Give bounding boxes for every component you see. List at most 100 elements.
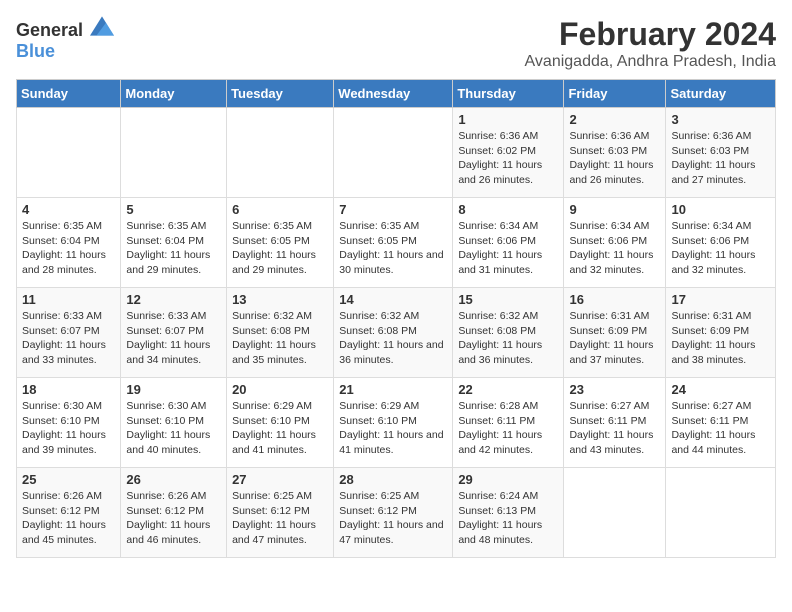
- week-row-4: 25Sunrise: 6:26 AM Sunset: 6:12 PM Dayli…: [17, 468, 776, 558]
- cell-info: Sunrise: 6:27 AM Sunset: 6:11 PM Dayligh…: [671, 399, 770, 458]
- header-row: SundayMondayTuesdayWednesdayThursdayFrid…: [17, 80, 776, 108]
- calendar-header: SundayMondayTuesdayWednesdayThursdayFrid…: [17, 80, 776, 108]
- cell-info: Sunrise: 6:25 AM Sunset: 6:12 PM Dayligh…: [339, 489, 447, 548]
- day-number: 26: [126, 472, 221, 487]
- cell-info: Sunrise: 6:25 AM Sunset: 6:12 PM Dayligh…: [232, 489, 328, 548]
- day-number: 7: [339, 202, 447, 217]
- calendar-cell: 6Sunrise: 6:35 AM Sunset: 6:05 PM Daylig…: [227, 198, 334, 288]
- week-row-1: 4 Sunrise: 6:35 AM Sunset: 6:04 PM Daylig…: [17, 198, 776, 288]
- cell-info: Sunrise: 6:35 AM Sunset: 6:05 PM Dayligh…: [339, 219, 447, 278]
- logo-general: General: [16, 20, 83, 40]
- calendar-cell: 15 Sunrise: 6:32 AM Sunset: 6:08 PM Dayli…: [453, 288, 564, 378]
- day-number: 24: [671, 382, 770, 397]
- cell-info: Sunrise: 6:35 AM Sunset: 6:04 PM Dayligh…: [22, 219, 115, 278]
- title-area: February 2024 Avanigadda, Andhra Pradesh…: [525, 16, 776, 71]
- day-number: 12: [126, 292, 221, 307]
- day-number: 14: [339, 292, 447, 307]
- day-number: 4: [22, 202, 115, 217]
- cell-info: Sunrise: 6:36 AM Sunset: 6:03 PM Dayligh…: [569, 129, 660, 188]
- cell-info: Sunrise: 6:32 AM Sunset: 6:08 PM Dayligh…: [339, 309, 447, 368]
- calendar-cell: [666, 468, 776, 558]
- calendar-table: SundayMondayTuesdayWednesdayThursdayFrid…: [16, 79, 776, 558]
- cell-info: Sunrise: 6:30 AM Sunset: 6:10 PM Dayligh…: [126, 399, 221, 458]
- calendar-cell: 16 Sunrise: 6:31 AM Sunset: 6:09 PM Dayli…: [564, 288, 666, 378]
- calendar-cell: 17Sunrise: 6:31 AM Sunset: 6:09 PM Dayli…: [666, 288, 776, 378]
- header-day-wednesday: Wednesday: [334, 80, 453, 108]
- logo-icon: [90, 16, 114, 36]
- cell-info: Sunrise: 6:27 AM Sunset: 6:11 PM Dayligh…: [569, 399, 660, 458]
- cell-info: Sunrise: 6:33 AM Sunset: 6:07 PM Dayligh…: [126, 309, 221, 368]
- calendar-cell: 25Sunrise: 6:26 AM Sunset: 6:12 PM Dayli…: [17, 468, 121, 558]
- day-number: 20: [232, 382, 328, 397]
- cell-info: Sunrise: 6:32 AM Sunset: 6:08 PM Dayligh…: [232, 309, 328, 368]
- day-number: 19: [126, 382, 221, 397]
- week-row-2: 11 Sunrise: 6:33 AM Sunset: 6:07 PM Dayli…: [17, 288, 776, 378]
- cell-info: Sunrise: 6:34 AM Sunset: 6:06 PM Dayligh…: [671, 219, 770, 278]
- calendar-cell: 29 Sunrise: 6:24 AM Sunset: 6:13 PM Dayli…: [453, 468, 564, 558]
- header-day-friday: Friday: [564, 80, 666, 108]
- cell-info: Sunrise: 6:36 AM Sunset: 6:03 PM Dayligh…: [671, 129, 770, 188]
- header-day-thursday: Thursday: [453, 80, 564, 108]
- cell-info: Sunrise: 6:35 AM Sunset: 6:04 PM Dayligh…: [126, 219, 221, 278]
- cell-info: Sunrise: 6:28 AM Sunset: 6:11 PM Dayligh…: [458, 399, 558, 458]
- header-day-saturday: Saturday: [666, 80, 776, 108]
- cell-info: Sunrise: 6:34 AM Sunset: 6:06 PM Dayligh…: [569, 219, 660, 278]
- page-header: General Blue February 2024 Avanigadda, A…: [16, 16, 776, 71]
- subtitle: Avanigadda, Andhra Pradesh, India: [525, 53, 776, 71]
- calendar-cell: 9 Sunrise: 6:34 AM Sunset: 6:06 PM Daylig…: [564, 198, 666, 288]
- cell-info: Sunrise: 6:26 AM Sunset: 6:12 PM Dayligh…: [22, 489, 115, 548]
- day-number: 6: [232, 202, 328, 217]
- week-row-3: 18Sunrise: 6:30 AM Sunset: 6:10 PM Dayli…: [17, 378, 776, 468]
- header-day-tuesday: Tuesday: [227, 80, 334, 108]
- calendar-cell: 24 Sunrise: 6:27 AM Sunset: 6:11 PM Dayli…: [666, 378, 776, 468]
- day-number: 13: [232, 292, 328, 307]
- day-number: 16: [569, 292, 660, 307]
- cell-info: Sunrise: 6:32 AM Sunset: 6:08 PM Dayligh…: [458, 309, 558, 368]
- calendar-cell: 5Sunrise: 6:35 AM Sunset: 6:04 PM Daylig…: [121, 198, 227, 288]
- calendar-cell: [334, 108, 453, 198]
- day-number: 15: [458, 292, 558, 307]
- calendar-cell: 20 Sunrise: 6:29 AM Sunset: 6:10 PM Dayli…: [227, 378, 334, 468]
- cell-info: Sunrise: 6:36 AM Sunset: 6:02 PM Dayligh…: [458, 129, 558, 188]
- calendar-cell: [564, 468, 666, 558]
- calendar-cell: 27 Sunrise: 6:25 AM Sunset: 6:12 PM Dayli…: [227, 468, 334, 558]
- calendar-cell: 8Sunrise: 6:34 AM Sunset: 6:06 PM Daylig…: [453, 198, 564, 288]
- calendar-cell: [227, 108, 334, 198]
- cell-info: Sunrise: 6:29 AM Sunset: 6:10 PM Dayligh…: [339, 399, 447, 458]
- calendar-cell: [121, 108, 227, 198]
- calendar-cell: 3 Sunrise: 6:36 AM Sunset: 6:03 PM Daylig…: [666, 108, 776, 198]
- calendar-cell: 26 Sunrise: 6:26 AM Sunset: 6:12 PM Dayli…: [121, 468, 227, 558]
- day-number: 9: [569, 202, 660, 217]
- cell-info: Sunrise: 6:34 AM Sunset: 6:06 PM Dayligh…: [458, 219, 558, 278]
- day-number: 23: [569, 382, 660, 397]
- calendar-body: 1 Sunrise: 6:36 AM Sunset: 6:02 PM Daylig…: [17, 108, 776, 558]
- cell-info: Sunrise: 6:31 AM Sunset: 6:09 PM Dayligh…: [569, 309, 660, 368]
- calendar-cell: 13 Sunrise: 6:32 AM Sunset: 6:08 PM Dayli…: [227, 288, 334, 378]
- day-number: 3: [671, 112, 770, 127]
- logo-text: General Blue: [16, 16, 114, 62]
- day-number: 29: [458, 472, 558, 487]
- day-number: 1: [458, 112, 558, 127]
- calendar-cell: 11Sunrise: 6:33 AM Sunset: 6:07 PM Dayli…: [17, 288, 121, 378]
- calendar-cell: 7 Sunrise: 6:35 AM Sunset: 6:05 PM Daylig…: [334, 198, 453, 288]
- calendar-cell: [17, 108, 121, 198]
- cell-info: Sunrise: 6:30 AM Sunset: 6:10 PM Dayligh…: [22, 399, 115, 458]
- calendar-cell: 10 Sunrise: 6:34 AM Sunset: 6:06 PM Dayli…: [666, 198, 776, 288]
- calendar-cell: 22Sunrise: 6:28 AM Sunset: 6:11 PM Dayli…: [453, 378, 564, 468]
- calendar-cell: 1 Sunrise: 6:36 AM Sunset: 6:02 PM Daylig…: [453, 108, 564, 198]
- week-row-0: 1 Sunrise: 6:36 AM Sunset: 6:02 PM Daylig…: [17, 108, 776, 198]
- calendar-cell: 14 Sunrise: 6:32 AM Sunset: 6:08 PM Dayli…: [334, 288, 453, 378]
- day-number: 27: [232, 472, 328, 487]
- day-number: 2: [569, 112, 660, 127]
- header-day-monday: Monday: [121, 80, 227, 108]
- calendar-cell: 23 Sunrise: 6:27 AM Sunset: 6:11 PM Dayli…: [564, 378, 666, 468]
- logo-blue: Blue: [16, 41, 55, 61]
- calendar-cell: 28Sunrise: 6:25 AM Sunset: 6:12 PM Dayli…: [334, 468, 453, 558]
- day-number: 11: [22, 292, 115, 307]
- cell-info: Sunrise: 6:24 AM Sunset: 6:13 PM Dayligh…: [458, 489, 558, 548]
- calendar-cell: 4 Sunrise: 6:35 AM Sunset: 6:04 PM Daylig…: [17, 198, 121, 288]
- cell-info: Sunrise: 6:29 AM Sunset: 6:10 PM Dayligh…: [232, 399, 328, 458]
- cell-info: Sunrise: 6:26 AM Sunset: 6:12 PM Dayligh…: [126, 489, 221, 548]
- day-number: 10: [671, 202, 770, 217]
- calendar-cell: 21Sunrise: 6:29 AM Sunset: 6:10 PM Dayli…: [334, 378, 453, 468]
